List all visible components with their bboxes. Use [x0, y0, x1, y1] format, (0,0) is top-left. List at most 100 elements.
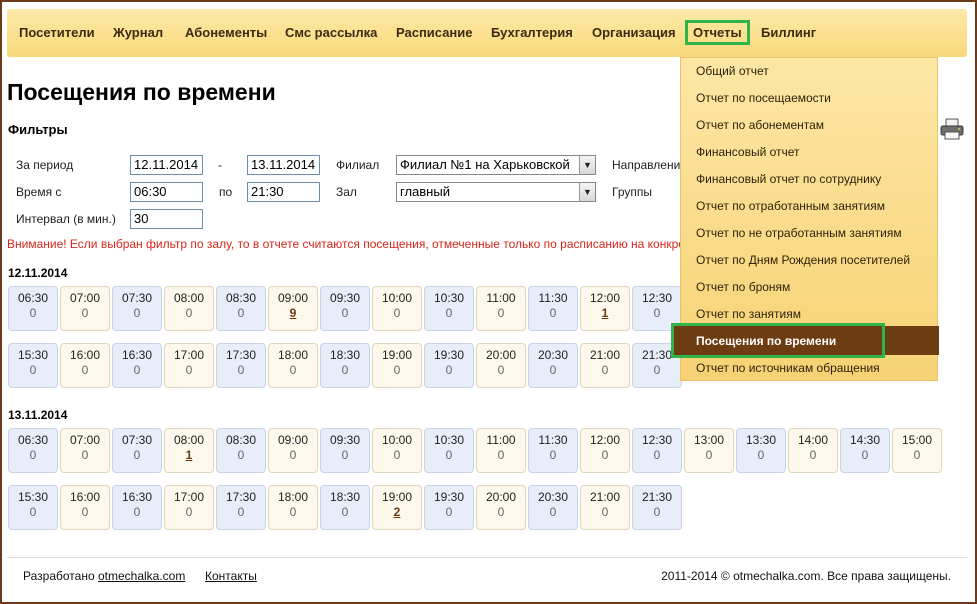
reports-menu-item[interactable]: Отчет по абонементам [696, 118, 824, 132]
time-slot: 16:30 0 [112, 343, 162, 388]
time-slot-time: 13:30 [745, 433, 777, 447]
time-slot-time: 11:30 [538, 291, 568, 305]
nav-item-journal[interactable]: Журнал [113, 25, 163, 40]
time-slot-time: 10:00 [381, 433, 413, 447]
time-slot-time: 15:00 [901, 433, 933, 447]
time-slot: 09:30 0 [320, 286, 370, 331]
reports-menu-item[interactable]: Общий отчет [696, 64, 769, 78]
time-slot-count[interactable]: 1 [581, 306, 629, 320]
time-slot-count: 0 [133, 306, 141, 320]
reports-menu-item[interactable]: Посещения по времени [696, 334, 836, 348]
time-slot: 20:30 0 [528, 485, 578, 530]
time-slot-count: 0 [133, 363, 141, 377]
period-from-input[interactable]: 12.11.2014 [130, 155, 203, 175]
time-from-input[interactable]: 06:30 [130, 182, 203, 202]
time-to-input[interactable]: 21:30 [247, 182, 320, 202]
hall-select-value: главный [400, 184, 450, 199]
nav-item-accounting[interactable]: Бухгалтерия [491, 25, 573, 40]
time-slot-count: 0 [341, 363, 349, 377]
time-slot-count: 0 [341, 505, 349, 519]
time-slot-time: 07:30 [121, 291, 153, 305]
reports-menu-item[interactable]: Финансовый отчет по сотруднику [696, 172, 881, 186]
time-slot-count: 0 [341, 306, 349, 320]
nav-item-reports[interactable]: Отчеты [685, 20, 750, 45]
time-slot: 12:30 0 [632, 428, 682, 473]
time-slot-count: 0 [601, 363, 609, 377]
time-slot: 06:30 0 [8, 428, 58, 473]
time-slot-count: 0 [341, 448, 349, 462]
time-slot: 07:00 0 [60, 286, 110, 331]
time-slot-count: 0 [81, 306, 89, 320]
hall-select[interactable]: главный ▼ [396, 182, 596, 202]
time-slot-time: 19:00 [381, 490, 413, 504]
time-slot-count: 0 [601, 448, 609, 462]
time-slot-count[interactable]: 9 [269, 306, 317, 320]
time-slot-time: 21:30 [641, 490, 673, 504]
time-slot-time: 07:30 [121, 433, 153, 447]
time-slot: 16:30 0 [112, 485, 162, 530]
time-slot-time: 09:30 [329, 291, 361, 305]
time-slot-time: 10:30 [433, 291, 465, 305]
time-slot-time: 08:00 [173, 291, 205, 305]
hall-label: Зал [336, 185, 357, 199]
time-slot: 20:00 0 [476, 343, 526, 388]
time-slot-time: 09:00 [277, 291, 309, 305]
time-slot: 19:30 0 [424, 485, 474, 530]
time-slot-time: 07:00 [69, 433, 101, 447]
time-slot-count: 0 [497, 448, 505, 462]
time-slot-count[interactable]: 2 [373, 505, 421, 519]
time-slot: 12:00 0 [580, 428, 630, 473]
footer-contacts-link[interactable]: Контакты [205, 569, 257, 583]
time-slot: 08:00 0 [164, 286, 214, 331]
branch-label: Филиал [336, 158, 380, 172]
time-slot-time: 20:00 [485, 490, 517, 504]
time-slot: 19:30 0 [424, 343, 474, 388]
time-slot: 13:00 0 [684, 428, 734, 473]
reports-menu-item[interactable]: Отчет по посещаемости [696, 91, 831, 105]
footer-contacts: Контакты [205, 569, 257, 583]
period-to-input[interactable]: 13.11.2014 [247, 155, 320, 175]
time-slot: 14:00 0 [788, 428, 838, 473]
reports-menu-item[interactable]: Отчет по отработанным занятиям [696, 199, 885, 213]
reports-menu-item[interactable]: Отчет по не отработанным занятиям [696, 226, 902, 240]
printer-icon[interactable] [939, 118, 965, 140]
time-slot-count: 0 [237, 448, 245, 462]
time-slot-count: 0 [445, 363, 453, 377]
time-slot-count: 0 [549, 363, 557, 377]
time-slot-count: 0 [29, 363, 37, 377]
time-slot-count[interactable]: 1 [165, 448, 213, 462]
time-from-label: Время с [16, 185, 62, 199]
reports-menu-item[interactable]: Отчет по занятиям [696, 307, 801, 321]
time-slot-time: 09:00 [277, 433, 309, 447]
time-to-label: по [219, 185, 233, 199]
time-slot: 10:00 0 [372, 428, 422, 473]
footer: Разработано otmechalka.com Контакты 2011… [7, 557, 967, 593]
page-title: Посещения по времени [7, 79, 276, 105]
reports-menu-item[interactable]: Финансовый отчет [696, 145, 800, 159]
reports-menu-item[interactable]: Отчет по источникам обращения [696, 361, 880, 375]
nav-item-visitors[interactable]: Посетители [19, 25, 95, 40]
nav-item-sms[interactable]: Смс рассылка [285, 25, 377, 40]
time-slot-time: 10:30 [433, 433, 465, 447]
time-slot-time: 12:00 [589, 291, 621, 305]
time-slot-count: 0 [653, 306, 661, 320]
time-slot: 07:00 0 [60, 428, 110, 473]
interval-input[interactable]: 30 [130, 209, 203, 229]
footer-developer-link[interactable]: otmechalka.com [98, 569, 185, 583]
nav-item-organization[interactable]: Организация [592, 25, 676, 40]
time-slot-time: 14:00 [797, 433, 829, 447]
branch-select[interactable]: Филиал №1 на Харьковской ▼ [396, 155, 596, 175]
time-slot: 09:00 9 [268, 286, 318, 331]
reports-menu-item[interactable]: Отчет по броням [696, 280, 790, 294]
nav-item-billing[interactable]: Биллинг [761, 25, 816, 40]
time-slot: 18:00 0 [268, 485, 318, 530]
time-slot-time: 14:30 [849, 433, 881, 447]
time-slot: 10:30 0 [424, 428, 474, 473]
reports-menu-item[interactable]: Отчет по Дням Рождения посетителей [696, 253, 910, 267]
time-slot-count: 0 [185, 505, 193, 519]
time-slot: 11:00 0 [476, 428, 526, 473]
nav-item-subscriptions[interactable]: Абонементы [185, 25, 267, 40]
time-slot-count: 0 [133, 505, 141, 519]
time-slot-count: 0 [497, 363, 505, 377]
nav-item-schedule[interactable]: Расписание [396, 25, 473, 40]
